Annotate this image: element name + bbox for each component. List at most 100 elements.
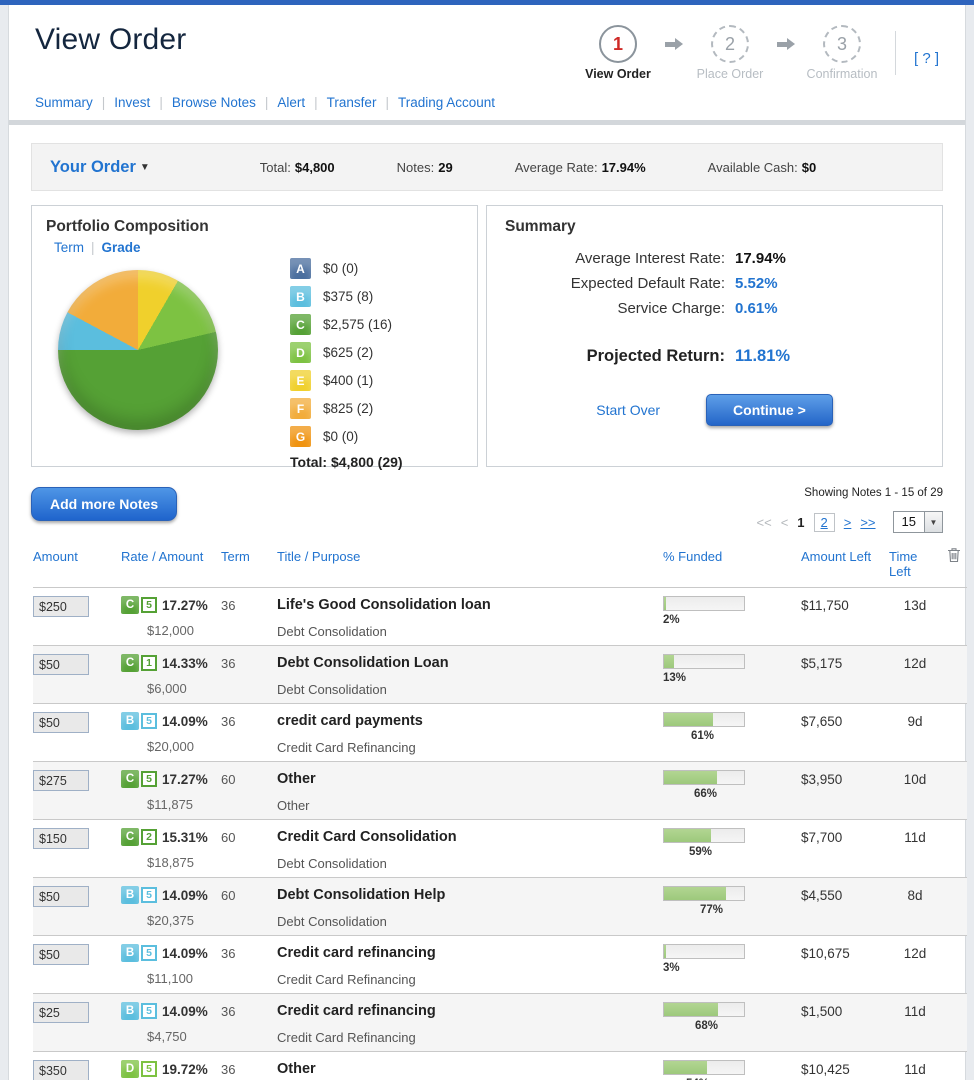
funded-progress-bar <box>663 886 745 901</box>
funded-progress-fill <box>664 829 711 842</box>
grade-letter-badge: C <box>121 654 139 672</box>
note-amount-input[interactable] <box>33 596 89 617</box>
note-amount-input[interactable] <box>33 886 89 907</box>
pagination-page-2[interactable]: 2 <box>821 515 828 530</box>
note-title[interactable]: Credit card refinancing <box>277 944 637 961</box>
note-amount-left: $10,675 <box>785 944 889 961</box>
note-amount-input[interactable] <box>33 654 89 675</box>
nav-link-trading-account[interactable]: Trading Account <box>398 95 495 110</box>
note-row: C 5 17.27% $12,000 36 Life's Good Consol… <box>33 587 967 645</box>
help-link[interactable]: [ ? ] <box>914 40 939 67</box>
grade-badge: F <box>290 398 311 419</box>
portfolio-tabs: Term|Grade <box>54 240 463 255</box>
note-title[interactable]: Credit card refinancing <box>277 1002 637 1019</box>
page-card: View Order 1 View Order 2 Place Order 3 … <box>8 5 966 1080</box>
funded-cell: 2% <box>637 596 785 626</box>
col-funded[interactable]: % Funded <box>637 549 785 564</box>
pagination-first[interactable]: << <box>757 515 772 530</box>
note-amount-input[interactable] <box>33 770 89 791</box>
nav-link-invest[interactable]: Invest <box>114 95 150 110</box>
step-label: View Order <box>575 67 661 81</box>
page-title: View Order <box>35 23 187 57</box>
note-term: 36 <box>221 654 277 671</box>
page-size-value: 15 <box>894 512 924 532</box>
add-more-notes-button[interactable]: Add more Notes <box>31 487 177 521</box>
note-title[interactable]: Life's Good Consolidation loan <box>277 596 637 613</box>
pagination-prev[interactable]: < <box>781 515 789 530</box>
nav-link-alert[interactable]: Alert <box>277 95 305 110</box>
pagination-last[interactable]: >> <box>860 515 875 530</box>
col-title-purpose[interactable]: Title / Purpose <box>277 549 637 564</box>
pagination-next[interactable]: > <box>844 515 852 530</box>
funded-percent-label: 66% <box>694 788 785 800</box>
loan-amount: $18,875 <box>147 855 221 870</box>
summary-row-label: Expected Default Rate: <box>505 275 725 292</box>
loan-amount: $20,375 <box>147 913 221 928</box>
note-title[interactable]: Other <box>277 1060 637 1077</box>
step-label: Confirmation <box>799 67 885 81</box>
funded-percent-label: 13% <box>663 672 785 684</box>
note-time-left: 13d <box>889 596 941 613</box>
step-number: 3 <box>837 34 847 55</box>
note-amount-input[interactable] <box>33 1060 89 1080</box>
loan-amount: $20,000 <box>147 739 221 754</box>
nav-link-summary[interactable]: Summary <box>35 95 93 110</box>
nav-link-browse-notes[interactable]: Browse Notes <box>172 95 256 110</box>
grade-subgrade-badge: 5 <box>141 771 157 787</box>
note-amount-input[interactable] <box>33 944 89 965</box>
note-amount-input[interactable] <box>33 828 89 849</box>
note-title[interactable]: Debt Consolidation Help <box>277 886 637 903</box>
note-row: C 2 15.31% $18,875 60 Credit Card Consol… <box>33 819 967 877</box>
col-time-left[interactable]: Time Left <box>889 549 941 579</box>
note-purpose: Other <box>277 798 637 813</box>
note-purpose: Credit Card Refinancing <box>277 1030 637 1045</box>
note-purpose: Debt Consolidation <box>277 856 637 871</box>
legend-item: G $0 (0) <box>290 426 403 447</box>
continue-button[interactable]: Continue > <box>706 394 833 426</box>
start-over-link[interactable]: Start Over <box>596 402 660 418</box>
funded-cell: 77% <box>637 886 785 916</box>
note-title[interactable]: Credit Card Consolidation <box>277 828 637 845</box>
funded-cell: 54% <box>637 1060 785 1080</box>
tab-term[interactable]: Term <box>54 240 84 255</box>
note-amount-input[interactable] <box>33 712 89 733</box>
showing-notes-text: Showing Notes 1 - 15 of 29 <box>757 487 944 499</box>
legend-text: $0 (0) <box>323 261 358 276</box>
loan-amount: $11,875 <box>147 797 221 812</box>
step-label: Place Order <box>687 67 773 81</box>
summary-row: Average Interest Rate: 17.94% <box>505 250 924 267</box>
note-rate: 17.27% <box>162 772 208 787</box>
header-divider <box>895 31 896 75</box>
funded-percent-label: 59% <box>689 846 785 858</box>
note-rate: 17.27% <box>162 598 208 613</box>
step-arrow-icon <box>663 25 685 63</box>
col-amount-left[interactable]: Amount Left <box>785 549 889 564</box>
note-title[interactable]: Debt Consolidation Loan <box>277 654 637 671</box>
note-rate: 14.09% <box>162 714 208 729</box>
step: 3 Confirmation <box>799 25 885 81</box>
funded-progress-bar <box>663 712 745 727</box>
note-title[interactable]: credit card payments <box>277 712 637 729</box>
col-rate-amount[interactable]: Rate / Amount <box>121 549 221 564</box>
funded-cell: 66% <box>637 770 785 800</box>
col-amount[interactable]: Amount <box>33 549 121 564</box>
note-amount-input[interactable] <box>33 1002 89 1023</box>
note-time-left: 12d <box>889 944 941 961</box>
page-size-select[interactable]: 15 ▼ <box>893 511 943 533</box>
trash-icon[interactable] <box>947 547 961 566</box>
summary-title: Summary <box>505 218 924 236</box>
col-term[interactable]: Term <box>221 549 277 564</box>
stat-value: $0 <box>802 160 816 175</box>
grade-subgrade-badge: 5 <box>141 887 157 903</box>
pagination-page-current[interactable]: 1 <box>797 515 804 530</box>
grade-letter-badge: C <box>121 596 139 614</box>
note-amount-left: $1,500 <box>785 1002 889 1019</box>
nav-link-transfer[interactable]: Transfer <box>327 95 377 110</box>
summary-panel: Summary Average Interest Rate: 17.94% Ex… <box>486 205 943 467</box>
grade-subgrade-badge: 1 <box>141 655 157 671</box>
tab-grade[interactable]: Grade <box>102 240 141 255</box>
stat-label: Available Cash: <box>708 160 798 175</box>
grade-badge: A <box>290 258 311 279</box>
your-order-toggle[interactable]: Your Order▼ <box>50 158 150 177</box>
note-title[interactable]: Other <box>277 770 637 787</box>
